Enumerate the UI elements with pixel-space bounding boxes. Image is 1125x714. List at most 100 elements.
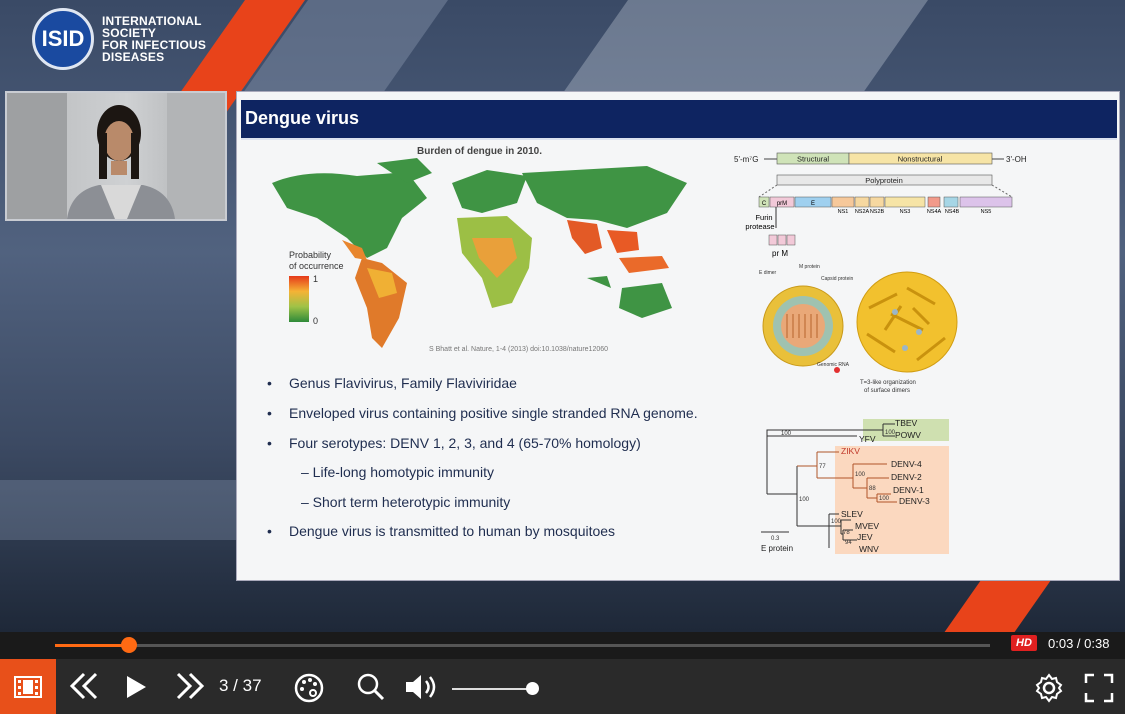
legend-color-scale (289, 276, 309, 322)
protein-segments: C prM E NS1 NS2A NS2B NS3 NS4A NS4B NS5 (758, 196, 1013, 215)
bootstrap-label: 88 (869, 486, 876, 492)
speaker-webcam (5, 91, 227, 221)
legend-title-line-1: Probability (289, 250, 332, 260)
phylogenetic-tree: TBEV POWV YFV ZIKV DENV-4 DENV-2 DENV-1 … (761, 418, 949, 554)
taxon-label: MVEV (855, 521, 879, 531)
e-protein-label: E protein (761, 544, 793, 553)
volume-button[interactable] (402, 671, 442, 703)
protein-label: NS4A (927, 209, 942, 215)
fullscreen-icon (1084, 673, 1114, 703)
slides-toggle-button[interactable] (0, 659, 56, 714)
bootstrap-label: 100 (831, 519, 842, 525)
bullet-text: – Short term heterotypic immunity (301, 494, 511, 510)
protein-label: NS2B (870, 209, 885, 215)
next-icon (176, 672, 205, 700)
protein-label: C (762, 201, 767, 207)
pr-m-label: pr M (772, 249, 788, 258)
bullet-text: Dengue virus is transmitted to human by … (289, 523, 616, 539)
fullscreen-button[interactable] (1082, 671, 1116, 705)
taxon-label: WNV (859, 544, 879, 554)
slide-title: Dengue virus (245, 108, 360, 128)
taxon-label: YFV (859, 434, 876, 444)
furin-label: Furin (755, 213, 772, 222)
legend-title: Probability of occurrence (289, 250, 344, 272)
taxon-label: DENV-3 (899, 496, 930, 506)
logo-text: INTERNATIONAL SOCIETY FOR INFECTIOUS DIS… (102, 15, 206, 63)
seek-progress (55, 644, 129, 647)
previous-icon (69, 672, 98, 700)
search-button[interactable] (355, 671, 387, 703)
genomic-rna-label: Genomic RNA (817, 362, 850, 368)
seek-bar[interactable] (55, 644, 990, 647)
speaker-image (7, 93, 225, 219)
bullet-text: Four serotypes: DENV 1, 2, 3, and 4 (65-… (289, 435, 641, 451)
bootstrap-label: 94 (845, 540, 852, 546)
protease-label: protease (745, 222, 774, 231)
settings-button[interactable] (1032, 671, 1066, 705)
t3-label-2: of surface dimers (864, 388, 910, 394)
three-prime-label: 3'-OH (1006, 155, 1027, 164)
logo-line-4: DISEASES (102, 50, 165, 64)
presentation-slide: Dengue virus Burden of dengue in 2010. P… (236, 91, 1120, 581)
taxon-label: JEV (857, 532, 873, 542)
volume-icon (406, 675, 436, 699)
slide-header: Dengue virus (241, 100, 1117, 140)
bootstrap-label: 100 (799, 497, 810, 503)
seek-handle[interactable] (120, 637, 137, 653)
control-bar: 3 / 37 (0, 659, 1125, 714)
palette-icon (294, 673, 324, 703)
bullet-dot: • (267, 435, 272, 451)
bootstrap-label: 100 (885, 430, 896, 436)
theme-button[interactable] (292, 671, 326, 705)
time-display: 0:03 / 0:38 (1048, 636, 1110, 651)
protein-label: NS1 (838, 209, 849, 215)
legend-title-line-2: of occurrence (289, 261, 344, 271)
bootstrap-label: 77 (819, 464, 826, 470)
structural-label: Structural (797, 155, 829, 164)
protein-label: E (811, 201, 815, 207)
volume-handle[interactable] (525, 682, 539, 695)
map-title: Burden of dengue in 2010. (417, 146, 543, 157)
logo-badge: ISID (32, 8, 94, 70)
bullet-dot: • (267, 523, 272, 539)
taxon-label: TBEV (895, 418, 918, 428)
bullet-dot: • (267, 375, 272, 391)
protein-label: prM (777, 201, 787, 207)
isid-logo: ISID INTERNATIONAL SOCIETY FOR INFECTIOU… (32, 8, 206, 70)
play-button[interactable] (120, 671, 152, 703)
bullet-text: Enveloped virus containing positive sing… (289, 405, 698, 421)
legend-min: 0 (313, 316, 319, 326)
taxon-label: DENV-2 (891, 472, 922, 482)
polyprotein-label: Polyprotein (865, 176, 903, 185)
t3-label-1: T=3-like organization (860, 380, 916, 386)
previous-button[interactable] (66, 669, 102, 703)
hd-badge[interactable]: HD (1011, 635, 1037, 651)
legend-max: 1 (313, 274, 319, 284)
bootstrap-label: 100 (781, 431, 792, 437)
bootstrap-label: 100 (879, 496, 890, 502)
player-controls: HD 0:03 / 0:38 3 / 37 (0, 632, 1125, 714)
bootstrap-label: 78 (843, 530, 850, 536)
page-indicator: 3 / 37 (219, 676, 262, 695)
capsid-label: Capsid protein (821, 276, 853, 282)
protein-label: NS2A (855, 209, 870, 215)
e-dimer-label: E dimer (759, 270, 777, 276)
scale-label: 0.3 (771, 536, 780, 542)
play-icon (127, 676, 146, 698)
protein-label: NS3 (900, 209, 911, 215)
volume-slider[interactable] (452, 688, 536, 690)
settings-icon (1035, 673, 1063, 703)
bullet-text: Genus Flavivirus, Family Flaviviridae (289, 375, 517, 391)
next-button[interactable] (172, 669, 208, 703)
genome-diagram: 5'-m⁷G Structural Nonstructural 3'-OH Po… (734, 152, 1027, 258)
five-prime-label: 5'-m⁷G (734, 155, 758, 164)
taxon-label: DENV-4 (891, 459, 922, 469)
bullet-text: – Life-long homotypic immunity (301, 464, 494, 480)
search-icon (357, 673, 385, 701)
taxon-label: ZIKV (841, 446, 860, 456)
nonstructural-label: Nonstructural (898, 155, 943, 164)
map-citation: S Bhatt et al. Nature, 1-4 (2013) doi:10… (429, 346, 609, 353)
bullet-dot: • (267, 405, 272, 421)
taxon-label: DENV-1 (893, 485, 924, 495)
film-icon (14, 675, 42, 698)
